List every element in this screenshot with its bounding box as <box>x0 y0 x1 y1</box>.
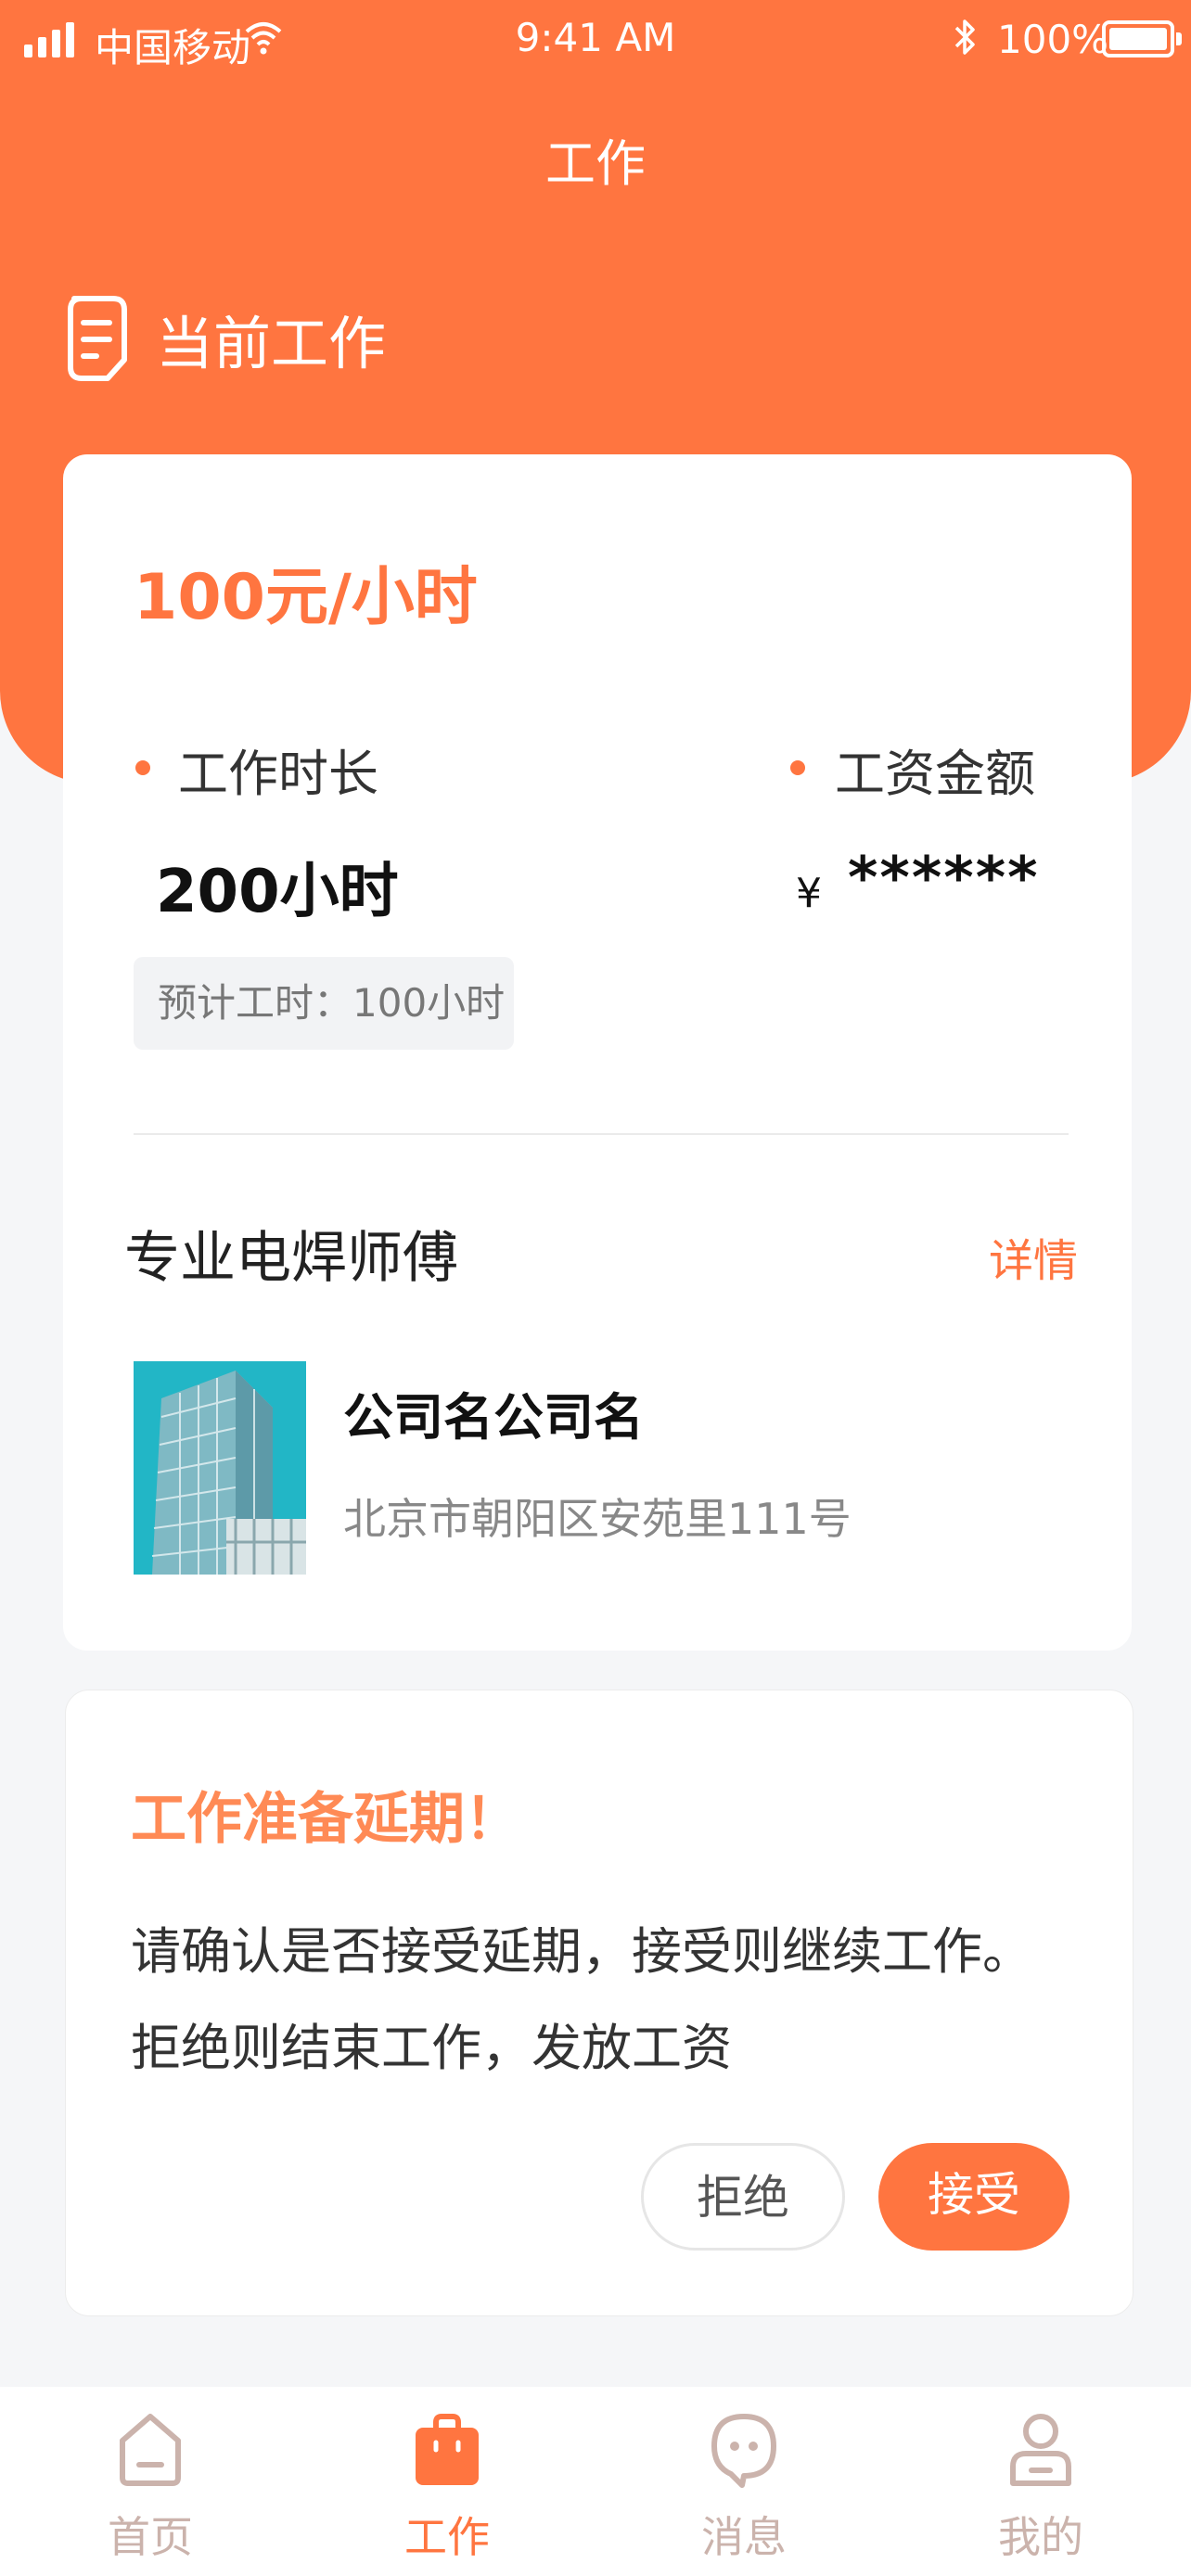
chat-icon <box>711 2414 776 2488</box>
battery-percent: 100% <box>997 17 1109 62</box>
delay-message: 请确认是否接受延期，接受则继续工作。拒绝则结束工作，发放工资 <box>131 1922 1032 2077</box>
home-icon <box>120 2414 181 2486</box>
status-bar: 中国移动 9:41 AM 100% <box>0 0 1191 78</box>
company-name: 公司名公司名 <box>343 1388 644 1447</box>
tab-label: 首页 <box>108 2512 193 2562</box>
detail-link[interactable]: 详情 <box>989 1224 1078 1289</box>
tab-bar: 首页 工作 消息 我的 <box>0 2387 1191 2576</box>
tab-profile[interactable]: 我的 <box>948 2387 1133 2576</box>
salary-label: 工资金额 <box>835 745 1035 803</box>
hourly-rate: 100元/小时 <box>134 561 478 634</box>
person-icon <box>1010 2414 1071 2486</box>
tab-home[interactable]: 首页 <box>58 2387 243 2576</box>
bullet-dot <box>135 760 150 775</box>
estimate-badge: 预计工时：100小时 <box>134 957 514 1050</box>
duration-value: 200小时 <box>156 858 399 926</box>
bluetooth-icon <box>954 19 975 55</box>
battery-icon <box>1102 20 1182 57</box>
duration-label: 工作时长 <box>178 745 378 803</box>
divider <box>134 1133 1069 1135</box>
page-title: 工作 <box>545 134 646 193</box>
bullet-dot <box>790 760 805 775</box>
delay-notice-card: 工作准备延期！ 请确认是否接受延期，接受则继续工作。拒绝则结束工作，发放工资 拒… <box>65 1690 1133 2316</box>
job-title: 专业电焊师傅 <box>124 1226 458 1291</box>
company-address: 北京市朝阳区安苑里111号 <box>343 1494 852 1544</box>
salary-value: ****** <box>848 844 1040 912</box>
company-image <box>134 1361 306 1575</box>
section-title: 当前工作 <box>156 310 387 377</box>
tab-label: 消息 <box>701 2512 787 2562</box>
delay-title: 工作准备延期！ <box>131 1787 520 1852</box>
document-icon <box>68 296 127 381</box>
tab-label: 工作 <box>404 2512 490 2562</box>
reject-button[interactable]: 拒绝 <box>641 2143 845 2251</box>
section-header: 当前工作 <box>67 295 386 382</box>
currency-symbol: ¥ <box>796 870 822 917</box>
tab-messages[interactable]: 消息 <box>651 2387 837 2576</box>
accept-button[interactable]: 接受 <box>878 2143 1069 2251</box>
tab-label: 我的 <box>998 2512 1083 2562</box>
tab-work[interactable]: 工作 <box>354 2387 540 2576</box>
briefcase-icon <box>416 2414 479 2485</box>
current-job-card: 100元/小时 工作时长 工资金额 200小时 ¥ ****** 预计工时：10… <box>63 454 1132 1651</box>
